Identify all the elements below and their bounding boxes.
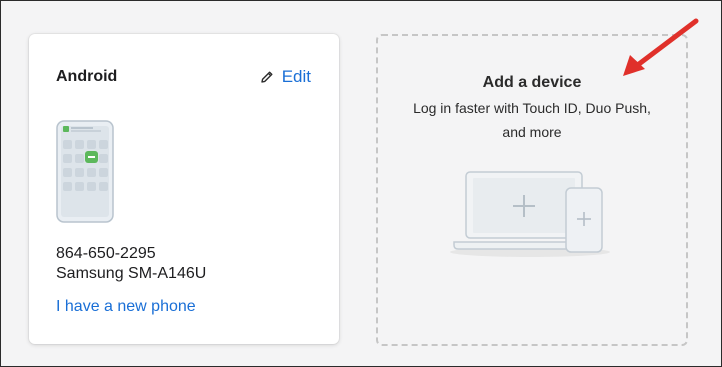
add-device-description-line1: Log in faster with Touch ID, Duo Push, xyxy=(413,100,651,116)
edit-device-link[interactable]: Edit xyxy=(260,67,311,87)
device-card-title: Android xyxy=(56,68,118,85)
pencil-icon xyxy=(260,70,274,84)
android-phone-illustration xyxy=(56,120,114,228)
add-device-description-line2: and more xyxy=(502,124,562,140)
device-model: Samsung SM-A146U xyxy=(56,265,207,282)
add-device-description: Log in faster with Touch ID, Duo Push, a… xyxy=(378,96,686,144)
new-phone-link[interactable]: I have a new phone xyxy=(56,298,196,316)
device-card-android: Android Edit 864-650-2295 Samsung SM-A14… xyxy=(29,34,339,344)
red-arrow-annotation xyxy=(615,14,705,89)
laptop-and-phone-add-illustration xyxy=(448,166,618,267)
device-phone-number: 864-650-2295 xyxy=(56,245,156,262)
edit-link-label: Edit xyxy=(281,67,311,86)
